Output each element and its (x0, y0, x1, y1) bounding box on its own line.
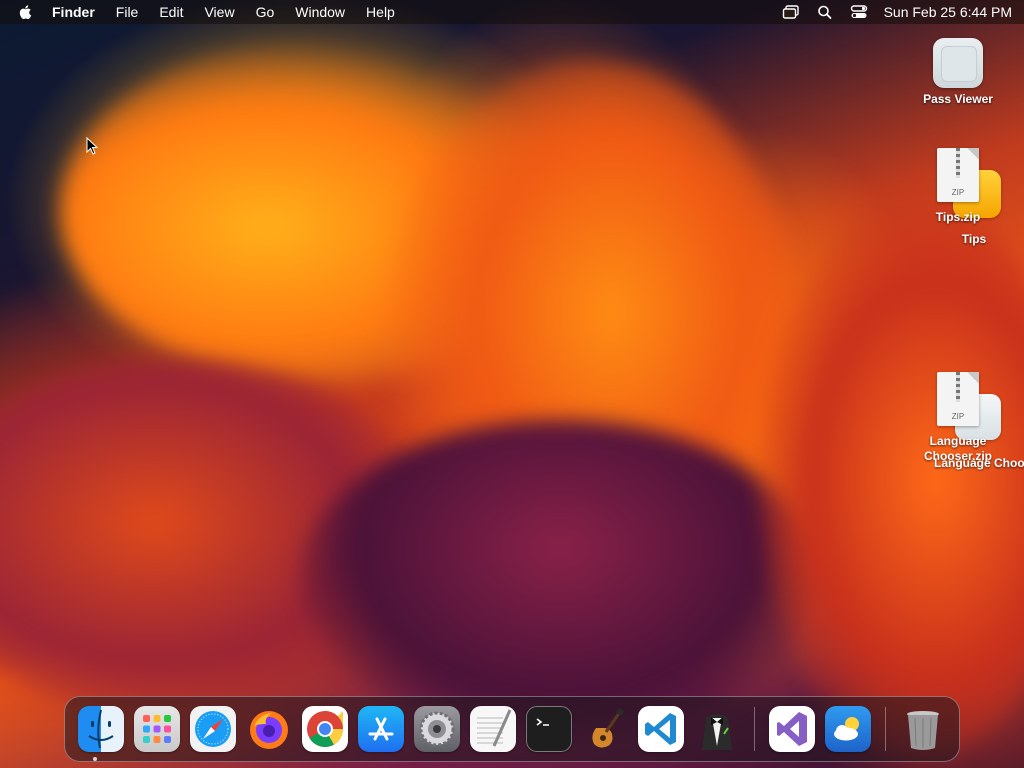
alfred-icon[interactable] (694, 706, 740, 752)
weather-icon[interactable] (825, 706, 871, 752)
mouse-cursor-icon (86, 137, 98, 155)
dock (64, 696, 960, 762)
desktop-icon-pass-viewer[interactable]: Pass Viewer (913, 38, 1003, 107)
pass-viewer-icon (933, 38, 983, 88)
desktop-icon-language-chooser-zip[interactable]: ZIP Language Chooser.zip (913, 372, 1003, 464)
app-store-icon[interactable] (358, 706, 404, 752)
menu-app-finder[interactable]: Finder (52, 4, 95, 20)
menu-file[interactable]: File (116, 4, 139, 20)
desktop-icon-language-chooser[interactable]: Language Chooser (934, 456, 1024, 471)
menu-bar-clock[interactable]: Sun Feb 25 6:44 PM (884, 4, 1012, 20)
trash-icon[interactable] (900, 706, 946, 752)
desktop[interactable]: Finder File Edit View Go Window Help Sun… (0, 0, 1024, 768)
desktop-icon-label: Language (929, 434, 987, 448)
vscode-icon[interactable] (638, 706, 684, 752)
desktop-icon-label: Pass Viewer (923, 92, 993, 106)
menu-view[interactable]: View (204, 4, 234, 20)
zip-archive-icon: ZIP (937, 372, 979, 426)
apple-menu-icon[interactable] (18, 4, 32, 20)
control-center-icon[interactable] (850, 4, 868, 20)
desktop-icon-tips-zip[interactable]: ZIP Tips.zip (913, 148, 1003, 225)
desktop-icon-label: Language Chooser (934, 456, 1024, 470)
firefox-icon[interactable] (246, 706, 292, 752)
spotlight-search-icon[interactable] (816, 4, 834, 20)
screen-mirroring-icon[interactable] (782, 4, 800, 20)
desktop-icon-label: Tips (961, 232, 987, 246)
visual-studio-icon[interactable] (769, 706, 815, 752)
desktop-icon-label: Tips.zip (935, 210, 981, 224)
dock-separator (754, 707, 755, 751)
menu-edit[interactable]: Edit (159, 4, 183, 20)
menu-bar: Finder File Edit View Go Window Help Sun… (0, 0, 1024, 24)
menu-help[interactable]: Help (366, 4, 395, 20)
system-settings-icon[interactable] (414, 706, 460, 752)
safari-icon[interactable] (190, 706, 236, 752)
finder-running-indicator (93, 757, 97, 761)
chrome-icon[interactable] (302, 706, 348, 752)
zip-archive-icon: ZIP (937, 148, 979, 202)
garageband-icon[interactable] (582, 706, 628, 752)
textedit-icon[interactable] (470, 706, 516, 752)
menu-window[interactable]: Window (295, 4, 345, 20)
dock-separator (885, 707, 886, 751)
desktop-icon-tips[interactable]: Tips (929, 232, 1019, 247)
launchpad-icon[interactable] (134, 706, 180, 752)
finder-icon[interactable] (78, 706, 124, 752)
menu-go[interactable]: Go (256, 4, 275, 20)
terminal-icon[interactable] (526, 706, 572, 752)
